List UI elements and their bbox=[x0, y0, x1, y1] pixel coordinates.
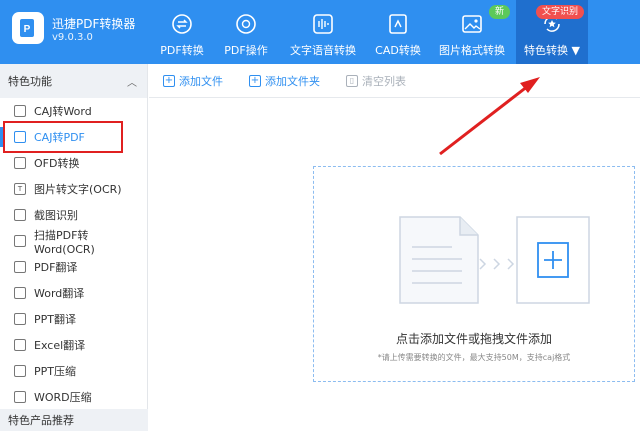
nav-pdf-convert[interactable]: PDF转换 bbox=[150, 0, 214, 64]
new-badge: 新 bbox=[488, 5, 510, 19]
nav-pdf-operations[interactable]: PDF操作 bbox=[214, 0, 278, 64]
dropzone-hint: *请上传需要转换的文件，最大支持50M，支持caj格式 bbox=[377, 353, 571, 362]
file-icon bbox=[14, 339, 26, 351]
file-icon bbox=[14, 365, 26, 377]
add-file-icon: + bbox=[163, 74, 175, 87]
dropzone-illustration bbox=[399, 216, 590, 304]
add-folder-button[interactable]: + 添加文件夹 bbox=[249, 73, 320, 89]
sidebar-item-image-ocr[interactable]: T 图片转文字(OCR) bbox=[0, 176, 147, 202]
sidebar-item-pdf-translate[interactable]: PDF翻译 bbox=[0, 254, 147, 280]
cad-file-icon bbox=[386, 12, 410, 36]
sidebar-item-ofd[interactable]: OFD转换 bbox=[0, 150, 147, 176]
sidebar-footer[interactable]: 特色产品推荐 bbox=[0, 409, 148, 431]
sidebar-item-ppt-compress[interactable]: PPT压缩 bbox=[0, 358, 147, 384]
chevron-right-icon bbox=[479, 258, 515, 270]
app-name: 迅捷PDF转换器 bbox=[52, 17, 136, 31]
sidebar-item-ppt-translate[interactable]: PPT翻译 bbox=[0, 306, 147, 332]
sidebar-item-word-compress[interactable]: WORD压缩 bbox=[0, 384, 147, 410]
image-icon bbox=[460, 12, 484, 36]
add-folder-icon: + bbox=[249, 74, 261, 87]
sidebar-item-word-translate[interactable]: Word翻译 bbox=[0, 280, 147, 306]
trash-icon: ▯ bbox=[346, 74, 358, 87]
audio-wave-icon bbox=[311, 12, 335, 36]
svg-text:P: P bbox=[24, 24, 31, 35]
nav-image-convert[interactable]: 新 图片格式转换 bbox=[428, 0, 516, 64]
app-header: P 迅捷PDF转换器 v9.0.3.0 PDF转换 PDF操作 文字语音转换 C… bbox=[0, 0, 640, 64]
file-icon bbox=[14, 131, 26, 143]
file-dropzone[interactable]: 点击添加文件或拖拽文件添加 *请上传需要转换的文件，最大支持50M，支持caj格… bbox=[313, 166, 635, 382]
settings-icon bbox=[234, 12, 258, 36]
text-icon: T bbox=[14, 183, 26, 195]
sidebar-header[interactable]: 特色功能 ︿ bbox=[0, 64, 147, 98]
file-icon bbox=[14, 287, 26, 299]
file-icon bbox=[14, 313, 26, 325]
nav-cad-convert[interactable]: CAD转换 bbox=[368, 0, 428, 64]
top-nav: PDF转换 PDF操作 文字语音转换 CAD转换 新 图片格式转换 文字识别 特… bbox=[150, 0, 588, 64]
sidebar-item-caj-pdf[interactable]: CAJ转PDF bbox=[0, 124, 147, 150]
file-icon bbox=[14, 391, 26, 403]
file-icon bbox=[14, 261, 26, 273]
sidebar-item-scan-pdf-word[interactable]: 扫描PDF转Word(OCR) bbox=[0, 228, 147, 256]
sidebar-item-screenshot-ocr[interactable]: 截图识别 bbox=[0, 202, 147, 228]
app-version: v9.0.3.0 bbox=[52, 32, 93, 43]
sidebar-item-excel-translate[interactable]: Excel翻译 bbox=[0, 332, 147, 358]
file-icon bbox=[14, 105, 26, 117]
file-icon bbox=[14, 209, 26, 221]
toolbar: + 添加文件 + 添加文件夹 ▯ 清空列表 bbox=[149, 64, 640, 98]
exchange-icon bbox=[170, 12, 194, 36]
pdf-logo-icon: P bbox=[20, 19, 34, 37]
add-box-icon bbox=[516, 216, 590, 304]
sidebar-item-caj-word[interactable]: CAJ转Word bbox=[0, 98, 147, 124]
add-file-button[interactable]: + 添加文件 bbox=[163, 73, 223, 89]
nav-special-label: 特色转换 bbox=[524, 44, 569, 57]
file-icon bbox=[14, 157, 26, 169]
chevron-up-icon[interactable]: ︿ bbox=[127, 74, 137, 89]
nav-special-convert[interactable]: 文字识别 特色转换 ▼ bbox=[516, 0, 588, 64]
document-icon bbox=[399, 216, 479, 304]
ocr-badge: 文字识别 bbox=[535, 5, 584, 19]
file-icon bbox=[14, 235, 26, 247]
caret-down-icon: ▼ bbox=[571, 44, 580, 57]
sidebar-list: CAJ转Word CAJ转PDF OFD转换 T 图片转文字(OCR) 截图识别 … bbox=[0, 98, 147, 410]
clear-list-button[interactable]: ▯ 清空列表 bbox=[346, 73, 406, 89]
app-logo: P bbox=[12, 12, 44, 44]
sidebar: 特色功能 ︿ CAJ转Word CAJ转PDF OFD转换 T 图片转文字(OCR… bbox=[0, 64, 148, 431]
dropzone-title: 点击添加文件或拖拽文件添加 bbox=[395, 332, 552, 346]
sidebar-header-label: 特色功能 bbox=[8, 75, 52, 88]
nav-text-speech[interactable]: 文字语音转换 bbox=[278, 0, 368, 64]
